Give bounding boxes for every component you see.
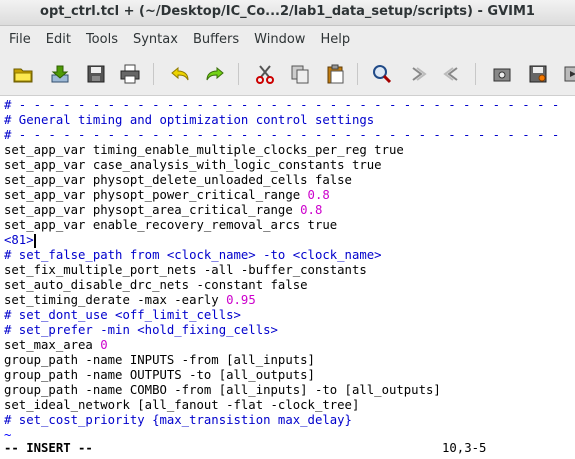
- save-icon[interactable]: [84, 62, 108, 86]
- empty-line-marker: ~: [4, 428, 11, 438]
- line-text: set_max_area: [4, 338, 101, 352]
- line-text: set_app_var timing_enable_multiple_clock…: [4, 143, 404, 157]
- load-session-icon[interactable]: [490, 62, 514, 86]
- code-line: set_app_var case_analysis_with_logic_con…: [4, 158, 382, 173]
- line-text: group_path -name OUTPUTS -to [all_output…: [4, 368, 315, 382]
- line-text: # - - - - - - - - - - - - - - - - - - - …: [4, 128, 560, 142]
- numeric-literal: 0.95: [226, 293, 256, 307]
- menu-window[interactable]: Window: [248, 26, 311, 53]
- code-line: set_app_var timing_enable_multiple_clock…: [4, 143, 404, 158]
- toolbar: [0, 53, 575, 96]
- window-title: opt_ctrl.tcl + (~/Desktop/IC_Co...2/lab1…: [40, 4, 535, 19]
- status-line: -- INSERT -- 10,3-5: [0, 438, 575, 459]
- toolbar-separator: [357, 63, 358, 85]
- code-line: set_app_var enable_recovery_removal_arcs…: [4, 218, 337, 233]
- comment-line: # - - - - - - - - - - - - - - - - - - - …: [4, 98, 559, 113]
- comment-line: # set_dont_use <off_limit_cells>: [4, 308, 241, 323]
- code-line: group_path -name OUTPUTS -to [all_output…: [4, 368, 315, 383]
- open-file-icon[interactable]: [11, 62, 35, 86]
- title-bar[interactable]: opt_ctrl.tcl + (~/Desktop/IC_Co...2/lab1…: [0, 0, 575, 26]
- line-text: set_app_var physopt_delete_unloaded_cell…: [4, 173, 352, 187]
- line-text: set_ideal_network [all_fanout -flat -clo…: [4, 398, 360, 412]
- line-text: set_app_var enable_recovery_removal_arcs…: [4, 218, 338, 232]
- comment-line: <81>: [4, 233, 36, 248]
- menu-edit[interactable]: Edit: [40, 26, 77, 53]
- menu-file[interactable]: File: [3, 26, 37, 53]
- undo-icon[interactable]: [168, 62, 192, 86]
- line-text: set_app_var case_analysis_with_logic_con…: [4, 158, 382, 172]
- code-line: set_timing_derate -max -early 0.95: [4, 293, 256, 308]
- code-line: set_max_area 0: [4, 338, 108, 353]
- code-line: set_ideal_network [all_fanout -flat -clo…: [4, 398, 359, 413]
- line-text: set_app_var physopt_power_critical_range: [4, 188, 308, 202]
- line-text: # set_cost_priority {max_transistion max…: [4, 413, 352, 427]
- toolbar-separator: [153, 63, 154, 85]
- comment-line: # set_cost_priority {max_transistion max…: [4, 413, 352, 428]
- run-script-icon[interactable]: [561, 62, 575, 86]
- line-text: set_auto_disable_drc_nets -constant fals…: [4, 278, 308, 292]
- redo-icon[interactable]: [203, 62, 227, 86]
- find-previous-icon[interactable]: [440, 62, 464, 86]
- menu-bar: File Edit Tools Syntax Buffers Window He…: [0, 26, 575, 53]
- line-text: group_path -name COMBO -from [all_inputs…: [4, 383, 441, 397]
- text-cursor: [33, 233, 36, 248]
- text-editor[interactable]: # - - - - - - - - - - - - - - - - - - - …: [0, 96, 575, 438]
- line-text: set_app_var physopt_area_critical_range: [4, 203, 301, 217]
- line-text: group_path -name INPUTS -from [all_input…: [4, 353, 315, 367]
- line-text: # - - - - - - - - - - - - - - - - - - - …: [4, 98, 560, 112]
- print-icon[interactable]: [118, 62, 142, 86]
- comment-line: # set_prefer -min <hold_fixing_cells>: [4, 323, 278, 338]
- find-replace-icon[interactable]: [370, 62, 394, 86]
- numeric-literal: 0.8: [300, 203, 323, 217]
- line-text: # set_prefer -min <hold_fixing_cells>: [4, 323, 278, 337]
- paste-icon[interactable]: [323, 62, 347, 86]
- comment-line: # set_false_path from <clock_name> -to <…: [4, 248, 382, 263]
- menu-tools[interactable]: Tools: [80, 26, 124, 53]
- code-line: set_app_var physopt_power_critical_range…: [4, 188, 330, 203]
- toolbar-separator: [238, 63, 239, 85]
- line-text: set_timing_derate -max -early: [4, 293, 227, 307]
- code-line: set_app_var physopt_area_critical_range …: [4, 203, 322, 218]
- line-text: # set_dont_use <off_limit_cells>: [4, 308, 241, 322]
- numeric-literal: 0.8: [307, 188, 330, 202]
- copy-icon[interactable]: [288, 62, 312, 86]
- menu-help[interactable]: Help: [314, 26, 356, 53]
- line-text: ~: [4, 428, 12, 438]
- code-line: group_path -name INPUTS -from [all_input…: [4, 353, 315, 368]
- find-next-icon[interactable]: [406, 62, 430, 86]
- code-line: set_app_var physopt_delete_unloaded_cell…: [4, 173, 352, 188]
- cut-icon[interactable]: [253, 62, 277, 86]
- comment-line: # General timing and optimization contro…: [4, 113, 374, 128]
- mode-indicator: -- INSERT --: [4, 441, 93, 455]
- menu-syntax[interactable]: Syntax: [127, 26, 184, 53]
- code-line: group_path -name COMBO -from [all_inputs…: [4, 383, 441, 398]
- numeric-literal: 0: [100, 338, 108, 352]
- line-text: <81>: [4, 233, 34, 247]
- toolbar-separator: [475, 63, 476, 85]
- cursor-position: 10,3-5: [442, 441, 487, 455]
- code-line: set_fix_multiple_port_nets -all -buffer_…: [4, 263, 367, 278]
- line-text: # General timing and optimization contro…: [4, 113, 375, 127]
- menu-buffers[interactable]: Buffers: [187, 26, 245, 53]
- line-text: set_fix_multiple_port_nets -all -buffer_…: [4, 263, 367, 277]
- save-session-icon[interactable]: [526, 62, 550, 86]
- line-text: # set_false_path from <clock_name> -to <…: [4, 248, 382, 262]
- code-line: set_auto_disable_drc_nets -constant fals…: [4, 278, 308, 293]
- comment-line: # - - - - - - - - - - - - - - - - - - - …: [4, 128, 559, 143]
- save-download-icon[interactable]: [48, 62, 72, 86]
